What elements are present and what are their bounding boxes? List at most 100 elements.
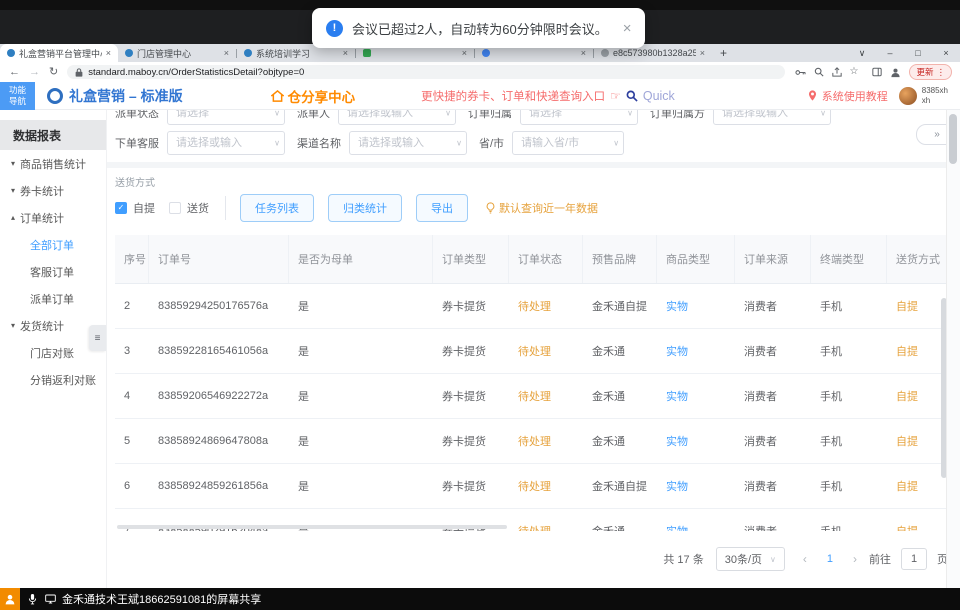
cell-订单来源: 消费者 — [735, 298, 811, 314]
reload-icon[interactable]: ↻ — [49, 67, 58, 78]
page-size-value: 30条/页 — [725, 551, 762, 567]
cell-是否为母单: 是 — [289, 433, 433, 449]
sidebar-item-券卡统计[interactable]: ▾券卡统计 — [0, 177, 106, 204]
content: 派单状态∨派单人∨订单归属∨订单归属方∨ » 下单客服∨渠道名称∨省/市∨ 送货… — [107, 110, 960, 588]
filter-input[interactable] — [520, 110, 638, 125]
forward-icon[interactable]: → — [29, 67, 40, 78]
filter-field-下单客服: 下单客服∨ — [115, 131, 285, 155]
chevron-down-icon: ∨ — [274, 139, 280, 148]
button-任务列表[interactable]: 任务列表 — [240, 194, 314, 222]
filter-input[interactable] — [167, 131, 285, 155]
profile-icon[interactable] — [890, 67, 901, 78]
bookmark-star-icon[interactable]: ☆ — [850, 67, 859, 77]
sidebar: 数据报表 ▾商品销售统计▾券卡统计▴订单统计全部订单客服订单派单订单▾发货统计门… — [0, 110, 107, 588]
cell-订单来源: 消费者 — [735, 388, 811, 404]
table-row: 583858924869647808a是券卡提货待处理金禾通实物消费者手机自提 — [115, 419, 948, 464]
column-header-订单号: 订单号 — [149, 235, 289, 283]
cell-商品类型[interactable]: 实物 — [657, 478, 735, 494]
browser-tab[interactable]: 门店管理中心× — [118, 44, 236, 62]
cell-商品类型[interactable]: 实物 — [657, 343, 735, 359]
toast-close-icon[interactable]: × — [623, 21, 632, 36]
function-nav-button[interactable]: 功能 导航 — [0, 82, 35, 110]
page-size-select[interactable]: 30条/页 ∨ — [716, 547, 785, 571]
goto-page-input[interactable] — [901, 548, 927, 570]
window-menu-icon[interactable]: ∨ — [848, 48, 876, 59]
window-close-icon[interactable]: × — [932, 48, 960, 58]
tab-favicon-icon — [482, 49, 490, 57]
house-icon — [271, 90, 284, 102]
sidebar-collapse-handle[interactable]: ≡ — [89, 325, 106, 351]
screen-share-text: 金禾通技术王斌18662591081的屏幕共享 — [62, 591, 261, 607]
tab-close-icon[interactable]: × — [581, 49, 586, 58]
microphone-icon — [28, 593, 37, 605]
page-scrollbar-thumb[interactable] — [949, 114, 957, 164]
sidebar-item-分销返利对账[interactable]: 分销返利对账 — [0, 366, 106, 393]
filter-field-订单归属: 订单归属∨ — [468, 110, 638, 125]
goto-label: 前往 — [869, 551, 891, 567]
checkbox-送货[interactable]: 送货 — [169, 200, 209, 216]
filter-input[interactable] — [512, 131, 624, 155]
quick-entry[interactable]: 更快捷的券卡、订单和快递查询入口 ☞ Quick — [421, 88, 675, 104]
zoom-icon[interactable] — [814, 67, 824, 77]
back-icon[interactable]: ← — [9, 67, 20, 78]
share-center-link[interactable]: 仓分享中心 — [271, 86, 356, 106]
column-header-订单类型: 订单类型 — [433, 235, 509, 283]
window-maximize-icon[interactable]: □ — [904, 48, 932, 58]
sidebar-item-商品销售统计[interactable]: ▾商品销售统计 — [0, 150, 106, 177]
checkbox-box[interactable] — [169, 202, 181, 214]
tutorial-link[interactable]: 系统使用教程 — [822, 88, 888, 104]
cell-商品类型[interactable]: 实物 — [657, 388, 735, 404]
query-hint-text: 默认查询近一年数据 — [499, 200, 598, 216]
password-key-icon[interactable] — [795, 69, 806, 76]
sidebar-item-全部订单[interactable]: 全部订单 — [0, 231, 106, 258]
checkbox-box[interactable]: ✓ — [115, 202, 127, 214]
filter-input[interactable] — [713, 110, 831, 125]
cell-订单来源: 消费者 — [735, 478, 811, 494]
filter-label: 订单归属方 — [650, 110, 705, 121]
tab-close-icon[interactable]: × — [224, 49, 229, 58]
cell-订单状态: 待处理 — [509, 343, 583, 359]
filter-label: 省/市 — [479, 135, 504, 151]
current-page[interactable]: 1 — [827, 553, 833, 565]
window-minimize-icon[interactable]: – — [876, 48, 904, 58]
cell-商品类型[interactable]: 实物 — [657, 523, 735, 531]
sidebar-item-label: 券卡统计 — [20, 183, 64, 199]
user-avatar[interactable] — [899, 87, 917, 105]
tab-close-icon[interactable]: × — [106, 49, 111, 58]
cell-商品类型[interactable]: 实物 — [657, 298, 735, 314]
cell-终端类型: 手机 — [811, 388, 887, 404]
user-name[interactable]: 8385xh xh — [922, 86, 948, 105]
hamburger-icon: ≡ — [95, 333, 101, 344]
cell-订单来源: 消费者 — [735, 523, 811, 531]
cell-商品类型[interactable]: 实物 — [657, 433, 735, 449]
cell-序号: 3 — [115, 345, 149, 357]
browser-update-button[interactable]: 更新 ⋮ — [909, 64, 952, 80]
cell-送货方式: 自提 — [887, 388, 948, 404]
filter-input[interactable] — [338, 110, 456, 125]
column-header-序号: 序号 — [115, 235, 149, 283]
tab-close-icon[interactable]: × — [700, 49, 705, 58]
sidebar-item-派单订单[interactable]: 派单订单 — [0, 285, 106, 312]
checkbox-自提[interactable]: ✓自提 — [115, 200, 155, 216]
tab-close-icon[interactable]: × — [462, 49, 467, 58]
more-menu-icon[interactable]: ⋮ — [937, 67, 946, 78]
new-tab-button[interactable]: + — [720, 47, 727, 59]
sidebar-item-客服订单[interactable]: 客服订单 — [0, 258, 106, 285]
prev-page-button[interactable]: ‹ — [803, 552, 807, 566]
next-page-button[interactable]: › — [853, 552, 857, 566]
table-row: 283859294250176576a是券卡提货待处理金禾通自提实物消费者手机自… — [115, 284, 948, 329]
share-icon[interactable] — [832, 67, 842, 77]
button-归类统计[interactable]: 归类统计 — [328, 194, 402, 222]
button-导出[interactable]: 导出 — [416, 194, 468, 222]
horizontal-scrollbar[interactable] — [117, 525, 507, 529]
address-bar[interactable]: standard.maboy.cn/OrderStatisticsDetail?… — [67, 65, 784, 79]
user-name-line2: xh — [922, 96, 948, 106]
sidebar-item-订单统计[interactable]: ▴订单统计 — [0, 204, 106, 231]
cell-订单类型: 券卡提货 — [433, 433, 509, 449]
filter-input[interactable] — [349, 131, 467, 155]
tab-close-icon[interactable]: × — [343, 49, 348, 58]
meeting-toast: ! 会议已超过2人，自动转为60分钟限时会议。 × — [312, 8, 645, 48]
filter-input[interactable] — [167, 110, 285, 125]
browser-tab[interactable]: 礼盒营销平台管理中心× — [0, 44, 118, 62]
sidepanel-icon[interactable] — [872, 67, 882, 77]
